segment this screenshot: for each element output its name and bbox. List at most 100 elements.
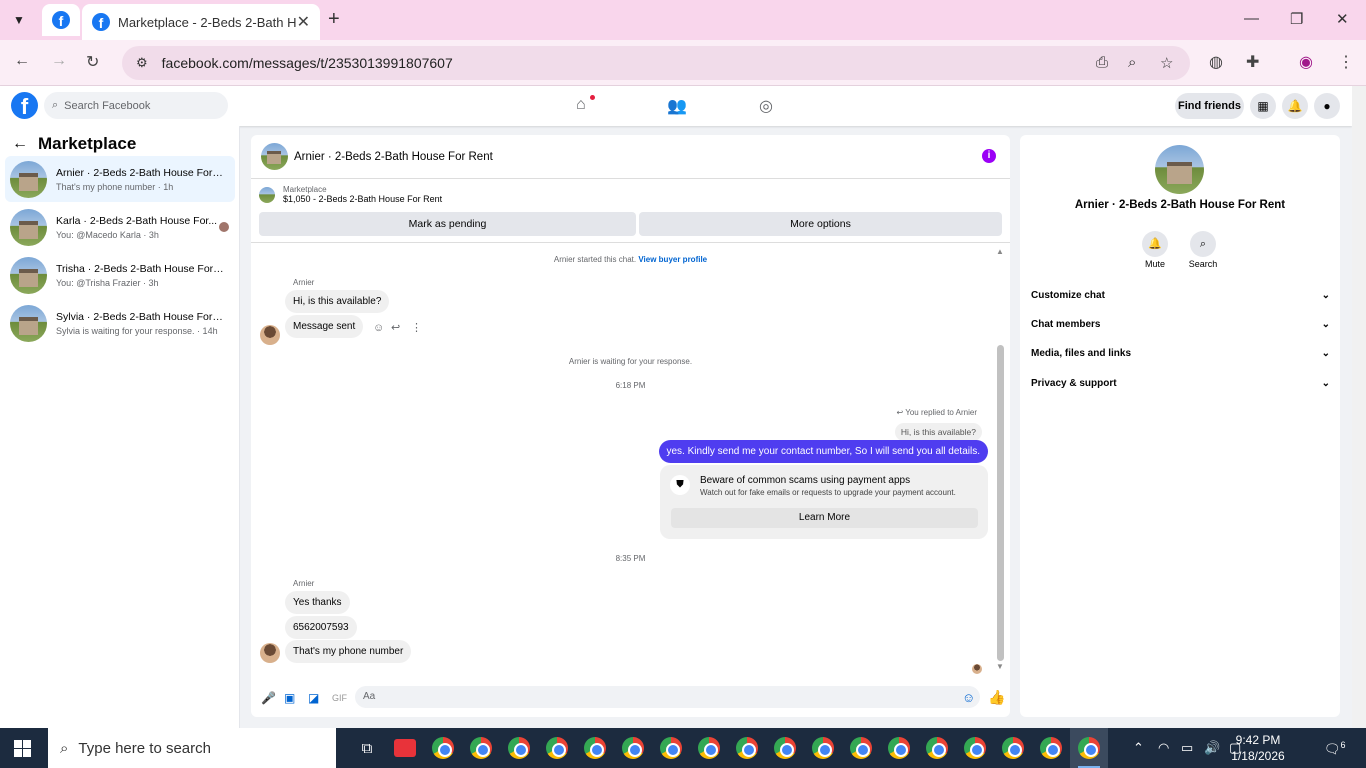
view-buyer-profile-link[interactable]: View buyer profile: [638, 255, 707, 264]
reply-icon[interactable]: ↩: [391, 321, 400, 334]
chat-members-section[interactable]: Chat members ⌄: [1031, 319, 1330, 330]
pinned-tab-facebook[interactable]: f: [42, 4, 80, 36]
conversation-item[interactable]: Trisha · 2-Beds 2-Bath House For R... You…: [5, 252, 235, 298]
taskbar-search[interactable]: ⌕ Type here to search: [48, 728, 336, 768]
photo-icon[interactable]: ▣: [284, 691, 295, 705]
chrome-icon[interactable]: [614, 728, 652, 768]
sticker-icon[interactable]: ◪: [308, 691, 319, 705]
back-icon[interactable]: ←: [14, 52, 30, 70]
chrome-icon[interactable]: [842, 728, 880, 768]
microphone-icon[interactable]: 🎤: [261, 691, 276, 705]
chrome-icon[interactable]: [652, 728, 690, 768]
gif-icon[interactable]: GIF: [332, 693, 347, 703]
chat-scrollbar[interactable]: [997, 345, 1004, 661]
search-icon[interactable]: ⌕: [1190, 231, 1216, 257]
privacy-support-section[interactable]: Privacy & support ⌄: [1031, 378, 1330, 389]
chrome-icon[interactable]: [956, 728, 994, 768]
page-scrollbar[interactable]: [1352, 86, 1366, 728]
facebook-logo-icon[interactable]: f: [11, 92, 38, 119]
notifications-bell-icon[interactable]: 🔔: [1282, 93, 1308, 119]
battery-icon[interactable]: ▭: [1181, 740, 1193, 756]
sender-avatar[interactable]: [260, 643, 280, 663]
notification-center-icon[interactable]: 🗨6: [1324, 740, 1346, 757]
chrome-icon[interactable]: [804, 728, 842, 768]
new-tab-icon[interactable]: +: [328, 8, 340, 31]
learn-more-button[interactable]: Learn More: [671, 508, 978, 528]
volume-icon[interactable]: 🔊: [1204, 740, 1220, 756]
chat-title[interactable]: Arnier · 2-Beds 2-Bath House For Rent: [294, 151, 493, 163]
app-icon[interactable]: [386, 728, 424, 768]
extensions-icon[interactable]: ✚: [1246, 52, 1259, 72]
facebook-search-input[interactable]: ⌕ Search Facebook: [44, 92, 228, 119]
friends-icon[interactable]: 👥: [667, 96, 687, 116]
scroll-up-icon[interactable]: ▲: [996, 247, 1004, 256]
chrome-icon[interactable]: [1032, 728, 1070, 768]
listing-summary[interactable]: Marketplace $1,050 - 2-Beds 2-Bath House …: [259, 185, 442, 204]
taskbar-clock[interactable]: 9:42 PM 1/18/2026: [1220, 732, 1296, 764]
minimize-icon[interactable]: —: [1244, 10, 1259, 27]
chat-avatar[interactable]: [261, 143, 288, 170]
menu-grid-icon[interactable]: ▦: [1250, 93, 1276, 119]
back-arrow-icon[interactable]: ←: [12, 135, 28, 153]
chrome-icon[interactable]: [994, 728, 1032, 768]
globe-icon[interactable]: ◍: [1209, 52, 1223, 72]
restore-icon[interactable]: ❐: [1290, 10, 1303, 28]
message-bubble[interactable]: That's my phone number: [285, 640, 412, 663]
sender-avatar[interactable]: [260, 325, 280, 345]
network-icon[interactable]: ◠: [1158, 740, 1169, 756]
conversation-item[interactable]: Karla · 2-Beds 2-Bath House For... You: @…: [5, 204, 235, 250]
conversation-item[interactable]: Arnier · 2-Beds 2-Bath House For ... That…: [5, 156, 235, 202]
message-bubble[interactable]: Yes thanks: [285, 591, 350, 614]
tab-marketplace[interactable]: f Marketplace - 2-Beds 2-Bath House For …: [82, 4, 320, 40]
chrome-icon[interactable]: [462, 728, 500, 768]
account-avatar-icon[interactable]: ●: [1314, 93, 1340, 119]
menu-kebab-icon[interactable]: ⋮: [1338, 52, 1354, 72]
chrome-icon[interactable]: [918, 728, 956, 768]
chrome-icon[interactable]: [728, 728, 766, 768]
close-tab-icon[interactable]: ✕: [297, 12, 310, 32]
scroll-down-icon[interactable]: ▼: [996, 662, 1004, 671]
message-bubble[interactable]: 6562007593: [285, 616, 357, 639]
message-bubble[interactable]: Message sent: [285, 315, 364, 338]
my-message-bubble[interactable]: yes. Kindly send me your contact number,…: [658, 440, 988, 463]
chrome-icon[interactable]: [880, 728, 918, 768]
home-icon[interactable]: ⌂: [576, 96, 586, 114]
chrome-icon[interactable]: [690, 728, 728, 768]
mute-bell-icon[interactable]: 🔔: [1142, 231, 1168, 257]
chrome-icon[interactable]: [576, 728, 614, 768]
info-icon[interactable]: i: [982, 149, 996, 163]
mark-as-pending-button[interactable]: Mark as pending: [259, 212, 636, 236]
zoom-icon[interactable]: ⌕: [1128, 54, 1136, 71]
quoted-message[interactable]: Hi, is this available?: [894, 423, 982, 441]
panel-avatar[interactable]: [1155, 145, 1204, 194]
bookmark-star-icon[interactable]: ☆: [1160, 54, 1173, 72]
chrome-icon[interactable]: [424, 728, 462, 768]
customize-chat-section[interactable]: Customize chat ⌄: [1031, 290, 1330, 301]
find-friends-button[interactable]: Find friends: [1175, 93, 1244, 119]
task-view-icon[interactable]: ⧉: [348, 728, 386, 768]
forward-icon[interactable]: →: [51, 52, 67, 70]
conversation-item[interactable]: Sylvia · 2-Beds 2-Bath House For R... Syl…: [5, 300, 235, 346]
reload-icon[interactable]: ↻: [86, 52, 99, 72]
message-bubble[interactable]: Hi, is this available?: [285, 290, 390, 313]
emoji-icon[interactable]: ☺: [962, 690, 975, 705]
site-settings-icon[interactable]: ⚙: [136, 55, 148, 71]
media-files-section[interactable]: Media, files and links ⌄: [1031, 348, 1330, 359]
groups-icon[interactable]: ◎: [759, 96, 773, 116]
like-thumb-icon[interactable]: 👍: [988, 689, 1005, 706]
chrome-icon[interactable]: [766, 728, 804, 768]
tab-search-icon[interactable]: ▼: [6, 7, 32, 33]
react-icon[interactable]: ☺: [373, 322, 384, 334]
address-bar[interactable]: ⚙ facebook.com/messages/t/23530139918076…: [122, 46, 1190, 80]
message-input[interactable]: Aa: [355, 686, 980, 708]
show-hidden-icons[interactable]: ⌃: [1133, 740, 1144, 756]
more-actions-icon[interactable]: ⋮: [411, 321, 422, 334]
more-options-button[interactable]: More options: [639, 212, 1002, 236]
chrome-icon[interactable]: [538, 728, 576, 768]
install-app-icon[interactable]: ⎙: [1096, 54, 1108, 71]
close-window-icon[interactable]: ✕: [1336, 10, 1349, 28]
windows-start-icon[interactable]: [14, 740, 31, 757]
chrome-icon-active[interactable]: [1070, 728, 1108, 768]
profile-icon[interactable]: ◉: [1299, 52, 1313, 72]
chrome-icon[interactable]: [500, 728, 538, 768]
